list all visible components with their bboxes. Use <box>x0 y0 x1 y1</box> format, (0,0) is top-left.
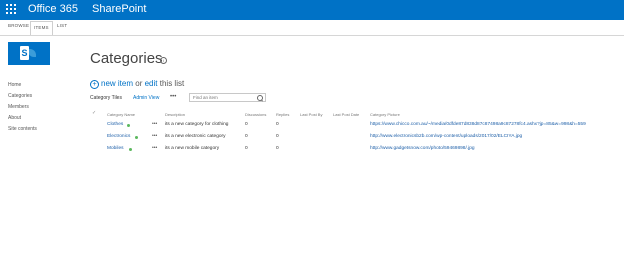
search-box[interactable] <box>189 93 266 102</box>
row-discussions: 0 <box>245 134 248 139</box>
row-replies: 0 <box>276 134 279 139</box>
col-replies[interactable]: Replies <box>276 112 289 117</box>
col-category-picture[interactable]: Category Picture <box>370 112 400 117</box>
add-icon[interactable]: + <box>90 80 99 89</box>
col-description[interactable]: Description <box>165 112 185 117</box>
sharepoint-app-title[interactable]: SharePoint <box>92 3 146 15</box>
row-category-name[interactable]: Clothes <box>107 122 123 127</box>
office365-brand[interactable]: Office 365 <box>28 3 78 15</box>
row-menu-icon[interactable]: ••• <box>152 145 157 151</box>
new-item-indicator-icon <box>135 136 138 139</box>
nav-item-categories[interactable]: Categories <box>8 93 32 99</box>
nav-item-about[interactable]: About <box>8 115 21 121</box>
edit-link[interactable]: edit <box>145 79 158 88</box>
sharepoint-logo-icon[interactable]: S <box>8 42 50 65</box>
info-icon[interactable]: i <box>160 57 167 64</box>
page-title: Categories <box>90 50 163 67</box>
row-discussions: 0 <box>245 122 248 127</box>
view-admin[interactable]: Admin View <box>133 95 159 101</box>
row-menu-icon[interactable]: ••• <box>152 133 157 139</box>
row-replies: 0 <box>276 122 279 127</box>
row-description: its a new category for clothing <box>165 122 229 127</box>
search-icon[interactable] <box>257 95 263 101</box>
new-item-indicator-icon <box>127 124 130 127</box>
logo-letter: S <box>21 48 28 58</box>
row-category-name[interactable]: Electronics <box>107 134 130 139</box>
col-discussions[interactable]: Discussions <box>245 112 266 117</box>
tab-browse[interactable]: BROWSE <box>8 23 29 28</box>
more-views-icon[interactable]: ••• <box>170 94 176 100</box>
tab-list[interactable]: LIST <box>57 23 67 28</box>
nav-item-site-contents[interactable]: Site contents <box>8 126 37 132</box>
search-input[interactable] <box>193 94 253 101</box>
new-item-link[interactable]: new item <box>101 79 133 88</box>
nav-item-home[interactable]: Home <box>8 82 21 88</box>
new-item-indicator-icon <box>129 148 132 151</box>
view-category-tiles[interactable]: Category Tiles <box>90 95 122 101</box>
row-replies: 0 <box>276 146 279 151</box>
select-all-check-icon[interactable]: ✓ <box>92 110 96 116</box>
nav-item-members[interactable]: Members <box>8 104 29 110</box>
col-category-name[interactable]: Category Name <box>107 112 135 117</box>
this-list-text: this list <box>159 79 185 88</box>
row-menu-icon[interactable]: ••• <box>152 121 157 127</box>
suite-bar: Office 365 SharePoint <box>0 0 624 20</box>
tab-items[interactable]: ITEMS <box>30 21 53 35</box>
row-picture-link[interactable]: http://www.electronicsb2b.com/wp-content… <box>370 134 522 139</box>
col-last-post-date[interactable]: Last Post Date <box>333 112 359 117</box>
row-description: its a new mobile category <box>165 146 220 151</box>
row-picture-link[interactable]: https://www.chicco.com.au/~/media/0dfde8… <box>370 122 586 127</box>
row-picture-link[interactable]: http://www.gadgetsnow.com/photo/59469898… <box>370 146 475 151</box>
or-text: or <box>135 79 143 88</box>
row-discussions: 0 <box>245 146 248 151</box>
row-description: its a new electronic category <box>165 134 226 139</box>
col-last-post-by[interactable]: Last Post By <box>300 112 322 117</box>
row-category-name[interactable]: Mobiles <box>107 146 124 151</box>
app-launcher-icon[interactable] <box>6 4 18 16</box>
ribbon: BROWSE ITEMS LIST <box>0 20 624 36</box>
